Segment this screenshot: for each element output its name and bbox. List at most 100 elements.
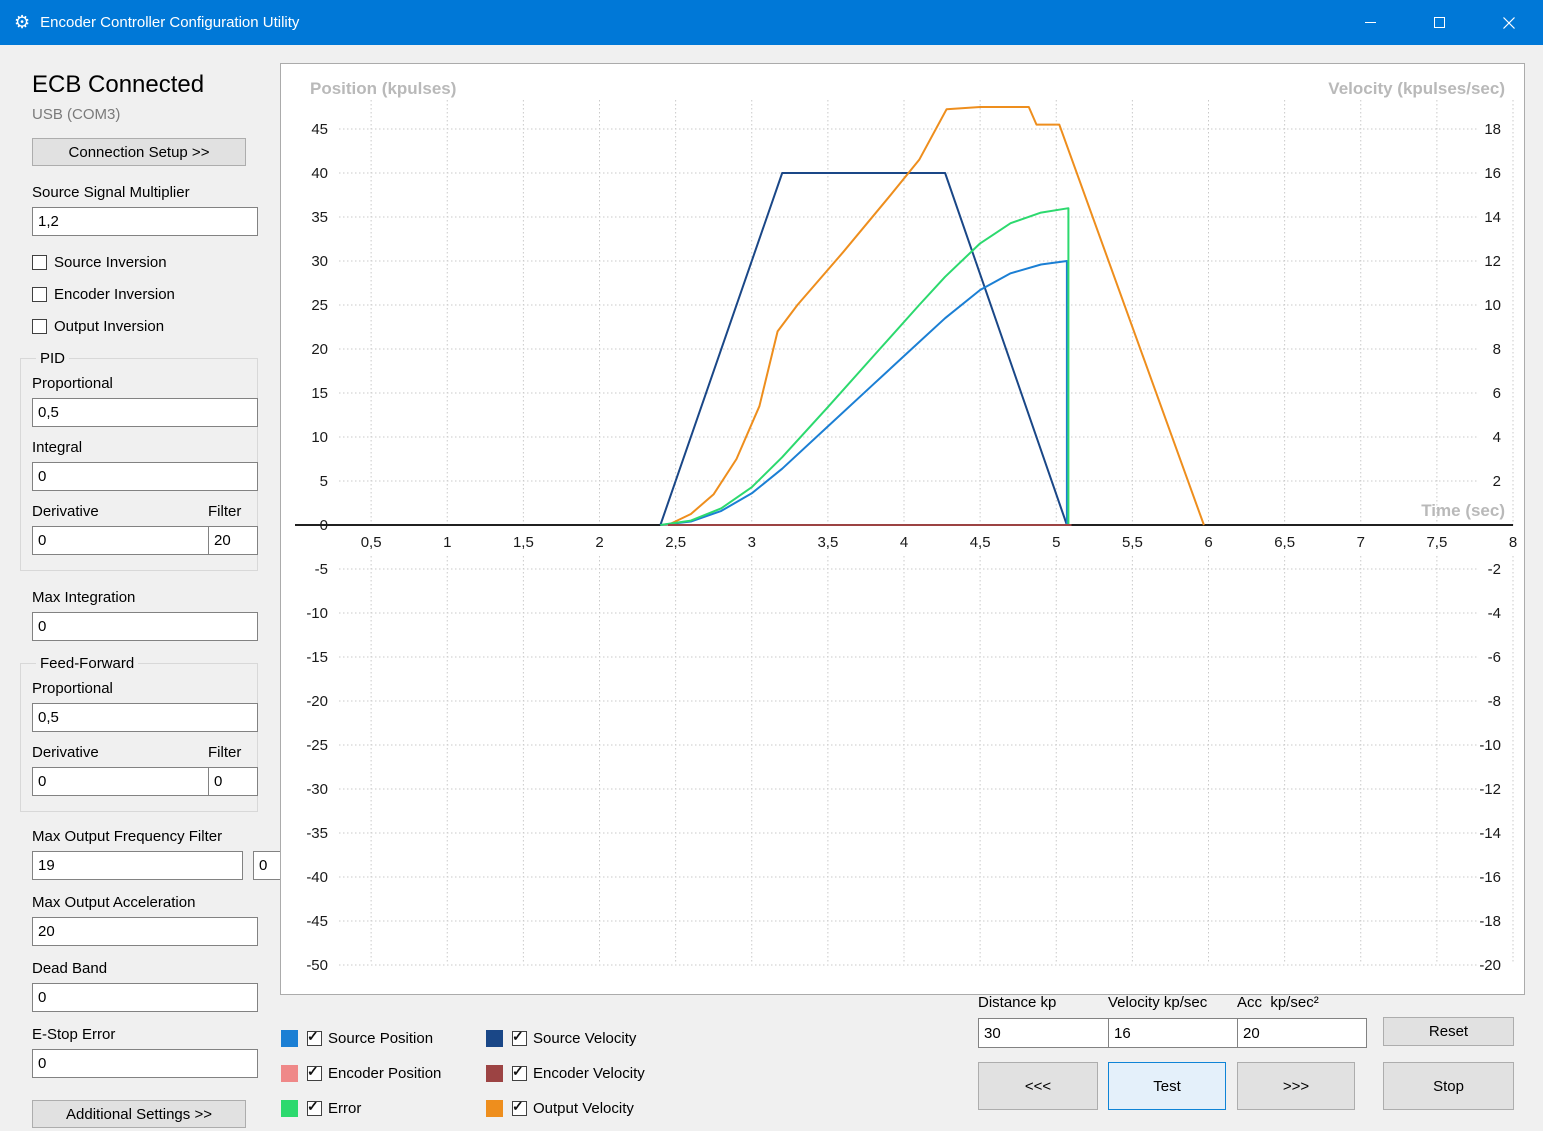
output-velocity-checkbox[interactable]: [512, 1098, 527, 1116]
close-button[interactable]: [1474, 0, 1543, 45]
acc-input[interactable]: [1237, 1018, 1367, 1048]
source-inversion-option[interactable]: Source Inversion: [32, 252, 246, 272]
svg-text:-2: -2: [1488, 561, 1501, 578]
encoder-inversion-option[interactable]: Encoder Inversion: [32, 284, 246, 304]
e-stop-error-input[interactable]: [32, 1049, 258, 1078]
error-checkbox[interactable]: [307, 1098, 322, 1116]
source-velocity-checkbox[interactable]: [512, 1028, 527, 1046]
sidebar: ECB Connected USB (COM3) Connection Setu…: [20, 45, 303, 1131]
max-output-acceleration-label: Max Output Acceleration: [32, 894, 196, 911]
additional-settings-button[interactable]: Additional Settings >>: [32, 1100, 246, 1128]
forward-button[interactable]: >>>: [1237, 1062, 1355, 1110]
distance-input[interactable]: [978, 1018, 1110, 1048]
reset-button[interactable]: Reset: [1383, 1017, 1514, 1046]
gear-icon: ⚙: [14, 12, 31, 32]
output-inversion-label: Output Inversion: [54, 317, 165, 335]
feed-forward-group: Feed-Forward Proportional Derivative Fil…: [20, 655, 258, 812]
status-heading: ECB Connected: [32, 71, 205, 98]
source-signal-multiplier-input[interactable]: [32, 207, 258, 236]
output-inversion-option[interactable]: Output Inversion: [32, 316, 246, 336]
svg-text:-35: -35: [306, 825, 328, 842]
back-button[interactable]: <<<: [978, 1062, 1098, 1110]
svg-text:35: 35: [311, 209, 328, 226]
svg-text:3: 3: [748, 534, 756, 551]
svg-text:1,5: 1,5: [513, 534, 534, 551]
ff-derivative-input[interactable]: [32, 767, 210, 796]
chart: 454035302520151050-5-10-15-20-25-30-35-4…: [295, 79, 1517, 974]
maximize-icon: [1434, 17, 1445, 28]
legend-item-output-velocity: Output Velocity: [486, 1098, 691, 1117]
source-velocity-label: Source Velocity: [533, 1030, 637, 1047]
pid-proportional-label: Proportional: [32, 375, 113, 392]
svg-text:40: 40: [311, 165, 328, 182]
svg-text:Time (sec): Time (sec): [1421, 501, 1505, 520]
velocity-input[interactable]: [1108, 1018, 1238, 1048]
pid-filter-input[interactable]: [208, 526, 258, 555]
svg-text:8: 8: [1509, 534, 1517, 551]
test-panel: Distance kp Velocity kp/sec Acc kp/sec² …: [978, 994, 1524, 1119]
svg-text:Velocity (kpulses/sec): Velocity (kpulses/sec): [1328, 79, 1505, 98]
max-integration-label: Max Integration: [32, 589, 136, 606]
test-button[interactable]: Test: [1108, 1062, 1226, 1110]
svg-text:1: 1: [443, 534, 451, 551]
pid-derivative-input[interactable]: [32, 526, 210, 555]
pid-proportional-input[interactable]: [32, 398, 258, 427]
chart-panel: 45 40 35 30 25 20 15 10 5 0 -5 -10 -15 -20 -25 -30 -35 -4…: [280, 63, 1525, 995]
window-title: Encoder Controller Configuration Utility: [40, 14, 300, 31]
svg-text:-30: -30: [306, 781, 328, 798]
encoder-inversion-checkbox[interactable]: [32, 286, 47, 302]
dead-band-input[interactable]: [32, 983, 258, 1012]
svg-text:4: 4: [1493, 429, 1501, 446]
max-output-frequency-filter-input[interactable]: [32, 851, 243, 880]
max-integration-input[interactable]: [32, 612, 258, 641]
minimize-button[interactable]: [1336, 0, 1405, 45]
svg-text:-8: -8: [1488, 693, 1501, 710]
encoder-position-checkbox[interactable]: [307, 1063, 322, 1081]
svg-text:5: 5: [320, 473, 328, 490]
svg-text:-10: -10: [1479, 737, 1501, 754]
svg-text:5: 5: [1052, 534, 1060, 551]
svg-text:25: 25: [311, 297, 328, 314]
svg-text:45: 45: [311, 121, 328, 138]
encoder-velocity-swatch: [486, 1065, 503, 1082]
encoder-inversion-label: Encoder Inversion: [54, 285, 175, 303]
pid-group: PID Proportional Integral Derivative Fil…: [20, 350, 258, 571]
ff-proportional-label: Proportional: [32, 680, 113, 697]
max-output-acceleration-input[interactable]: [32, 917, 258, 946]
output-velocity-swatch: [486, 1100, 503, 1117]
source-position-checkbox[interactable]: [307, 1028, 322, 1046]
svg-text:-16: -16: [1479, 869, 1501, 886]
minimize-icon: [1365, 22, 1376, 23]
legend-item-source-position: Source Position: [281, 1028, 486, 1047]
svg-text:10: 10: [311, 429, 328, 446]
svg-text:0,5: 0,5: [361, 534, 382, 551]
svg-text:3,5: 3,5: [817, 534, 838, 551]
svg-text:4: 4: [900, 534, 908, 551]
svg-text:6: 6: [1493, 385, 1501, 402]
velocity-label: Velocity kp/sec: [1108, 994, 1208, 1011]
maximize-button[interactable]: [1405, 0, 1474, 45]
ff-proportional-input[interactable]: [32, 703, 258, 732]
svg-text:-18: -18: [1479, 913, 1501, 930]
svg-text:Position (kpulses): Position (kpulses): [310, 79, 456, 98]
encoder-position-label: Encoder Position: [328, 1065, 442, 1082]
svg-text:16: 16: [1484, 165, 1501, 182]
feed-forward-group-label: Feed-Forward: [40, 655, 135, 672]
svg-text:6,5: 6,5: [1274, 534, 1295, 551]
output-velocity-label: Output Velocity: [533, 1100, 634, 1117]
connection-setup-button[interactable]: Connection Setup >>: [32, 138, 246, 166]
encoder-position-swatch: [281, 1065, 298, 1082]
output-inversion-checkbox[interactable]: [32, 318, 47, 334]
pid-derivative-label: Derivative: [32, 503, 99, 520]
svg-text:-14: -14: [1479, 825, 1501, 842]
stop-button[interactable]: Stop: [1383, 1062, 1514, 1110]
acc-label: Acc kp/sec²: [1237, 994, 1319, 1011]
svg-text:15: 15: [311, 385, 328, 402]
svg-text:8: 8: [1493, 341, 1501, 358]
pid-integral-input[interactable]: [32, 462, 258, 491]
ff-filter-input[interactable]: [208, 767, 258, 796]
encoder-velocity-checkbox[interactable]: [512, 1063, 527, 1081]
ff-filter-label: Filter: [208, 744, 242, 761]
svg-text:-10: -10: [306, 605, 328, 622]
source-inversion-checkbox[interactable]: [32, 254, 47, 270]
